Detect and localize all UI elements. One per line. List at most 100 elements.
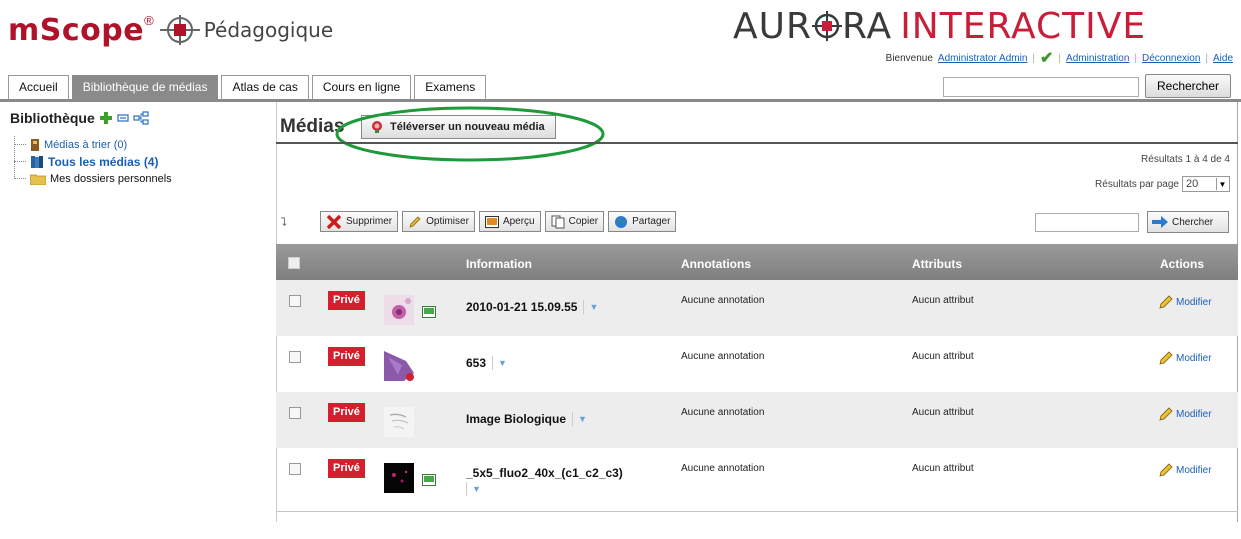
annotations-cell: Aucune annotation xyxy=(681,407,765,418)
books-icon xyxy=(31,155,43,168)
row-checkbox[interactable] xyxy=(289,407,301,419)
preview-label: Aperçu xyxy=(502,216,535,227)
tab-case-atlas[interactable]: Atlas de cas xyxy=(221,75,309,99)
delete-button[interactable]: Supprimer xyxy=(320,211,399,232)
edit-label: Modifier xyxy=(1176,464,1212,476)
row-checkbox[interactable] xyxy=(289,463,301,475)
checkmark-icon: ✔ xyxy=(1040,50,1054,67)
mscope-logo: mScope ® Pédagogique xyxy=(8,10,333,50)
administration-link[interactable]: Administration xyxy=(1066,53,1129,64)
microscope-target-icon xyxy=(159,15,200,45)
attributes-cell: Aucun attribut xyxy=(912,463,974,474)
column-attributes: Attributs xyxy=(912,257,962,271)
private-badge: Privé xyxy=(328,459,365,478)
media-thumbnail[interactable] xyxy=(384,351,414,381)
dropdown-caret-icon[interactable]: ▼ xyxy=(492,356,507,370)
edit-link[interactable]: Modifier xyxy=(1159,463,1212,477)
private-badge: Privé xyxy=(328,403,365,422)
tab-online-courses[interactable]: Cours en ligne xyxy=(311,75,412,99)
page-title: Médias xyxy=(280,116,345,137)
logout-link[interactable]: Déconnexion xyxy=(1142,53,1200,64)
upload-icon xyxy=(372,121,382,133)
folder-icon xyxy=(30,174,46,185)
welcome-text: Bienvenue xyxy=(885,52,933,64)
dropdown-caret-icon[interactable]: ▼ xyxy=(572,412,587,426)
edit-link[interactable]: Modifier xyxy=(1159,407,1212,421)
tree-item-to-sort[interactable]: Médias à trier (0) xyxy=(14,136,172,153)
toolbar-buttons: Supprimer Optimiser Aperçu Copier Partag… xyxy=(320,211,677,232)
share-label: Partager xyxy=(632,216,671,227)
media-name[interactable]: 653 xyxy=(466,356,486,370)
attributes-cell: Aucun attribut xyxy=(912,407,974,418)
edit-label: Modifier xyxy=(1176,352,1212,364)
page: mScope ® Pédagogique AUR RA INTERACTIVE … xyxy=(0,0,1241,539)
media-thumbnail[interactable] xyxy=(384,407,414,437)
per-page-select[interactable]: 20 ▼ xyxy=(1182,176,1230,192)
media-name[interactable]: _5x5_fluo2_40x_(c1_c2_c3) xyxy=(466,466,623,480)
table-header: Information Annotations Attributs Action… xyxy=(276,244,1238,280)
media-search-button[interactable]: Chercher xyxy=(1147,211,1229,233)
copy-button[interactable]: Copier xyxy=(544,211,605,232)
tab-exams[interactable]: Examens xyxy=(414,75,487,99)
per-page-control: Résultats par page 20 ▼ xyxy=(1095,176,1230,192)
separator: | xyxy=(1058,52,1062,64)
optimize-button[interactable]: Optimiser xyxy=(402,211,475,232)
pencil-icon xyxy=(1159,351,1173,365)
media-name[interactable]: Image Biologique xyxy=(466,412,566,426)
annotations-cell: Aucune annotation xyxy=(681,463,765,474)
preview-icon xyxy=(484,215,499,228)
globe-icon xyxy=(615,215,628,228)
pencil-icon xyxy=(1159,295,1173,309)
media-info: 653 ▼ xyxy=(466,356,507,370)
separator: | xyxy=(1134,52,1137,64)
aurora-crosshair-icon xyxy=(812,11,842,41)
tab-media-library[interactable]: Bibliothèque de médias xyxy=(71,75,219,99)
per-page-value: 20 xyxy=(1186,178,1199,190)
library-title: Bibliothèque xyxy=(10,110,95,126)
media-search-input[interactable] xyxy=(1035,213,1139,232)
media-search-label: Chercher xyxy=(1172,216,1214,228)
private-badge: Privé xyxy=(328,291,365,310)
dropdown-caret-icon[interactable]: ▼ xyxy=(466,482,481,496)
global-search-button[interactable]: Rechercher xyxy=(1145,74,1231,98)
column-actions: Actions xyxy=(1160,257,1205,271)
user-link[interactable]: Administrator Admin xyxy=(938,53,1027,64)
collapse-all-icon[interactable] xyxy=(117,112,129,124)
global-search-input[interactable] xyxy=(943,77,1139,97)
media-info: 2010-01-21 15.09.55 ▼ xyxy=(466,300,598,314)
tree-item-label[interactable]: Tous les médias (4) xyxy=(48,155,158,169)
title-divider xyxy=(276,142,1238,144)
logo-brand: mScope xyxy=(8,12,145,48)
separator: | xyxy=(1205,52,1208,64)
media-thumbnail[interactable] xyxy=(384,295,414,325)
chevron-down-icon: ▼ xyxy=(1216,178,1228,190)
column-information: Information xyxy=(466,257,532,271)
media-toolbar: ⮧ Supprimer Optimiser Aperçu Copier Part… xyxy=(276,208,1238,234)
tree-item-all-media[interactable]: Tous les médias (4) xyxy=(14,153,172,170)
tree-item-label[interactable]: Mes dossiers personnels xyxy=(50,173,172,185)
tree-item-personal-folders[interactable]: Mes dossiers personnels xyxy=(14,170,172,187)
logo-subtitle: Pédagogique xyxy=(203,18,334,42)
aurora-interactive-logo: AUR RA INTERACTIVE xyxy=(733,6,1146,47)
book-icon xyxy=(31,138,39,151)
row-checkbox[interactable] xyxy=(289,351,301,363)
expand-all-icon[interactable] xyxy=(133,111,149,125)
edit-link[interactable]: Modifier xyxy=(1159,295,1212,309)
tree-item-label[interactable]: Médias à trier (0) xyxy=(44,139,127,151)
dropdown-caret-icon[interactable]: ▼ xyxy=(583,300,598,314)
library-tree: Médias à trier (0) Tous les médias (4) M… xyxy=(14,136,172,187)
pencil-icon xyxy=(1159,463,1173,477)
edit-link[interactable]: Modifier xyxy=(1159,351,1212,365)
preview-button[interactable]: Aperçu xyxy=(478,211,541,232)
library-heading: Bibliothèque xyxy=(10,110,149,126)
help-link[interactable]: Aide xyxy=(1213,53,1233,64)
edit-label: Modifier xyxy=(1176,408,1212,420)
share-button[interactable]: Partager xyxy=(608,211,677,232)
row-checkbox[interactable] xyxy=(289,295,301,307)
media-name[interactable]: 2010-01-21 15.09.55 xyxy=(466,300,577,314)
media-thumbnail[interactable] xyxy=(384,463,414,493)
add-folder-icon[interactable] xyxy=(99,111,113,125)
select-all-checkbox[interactable] xyxy=(288,257,300,269)
tab-accueil[interactable]: Accueil xyxy=(8,75,69,99)
upload-media-button[interactable]: Téléverser un nouveau média xyxy=(361,115,556,139)
